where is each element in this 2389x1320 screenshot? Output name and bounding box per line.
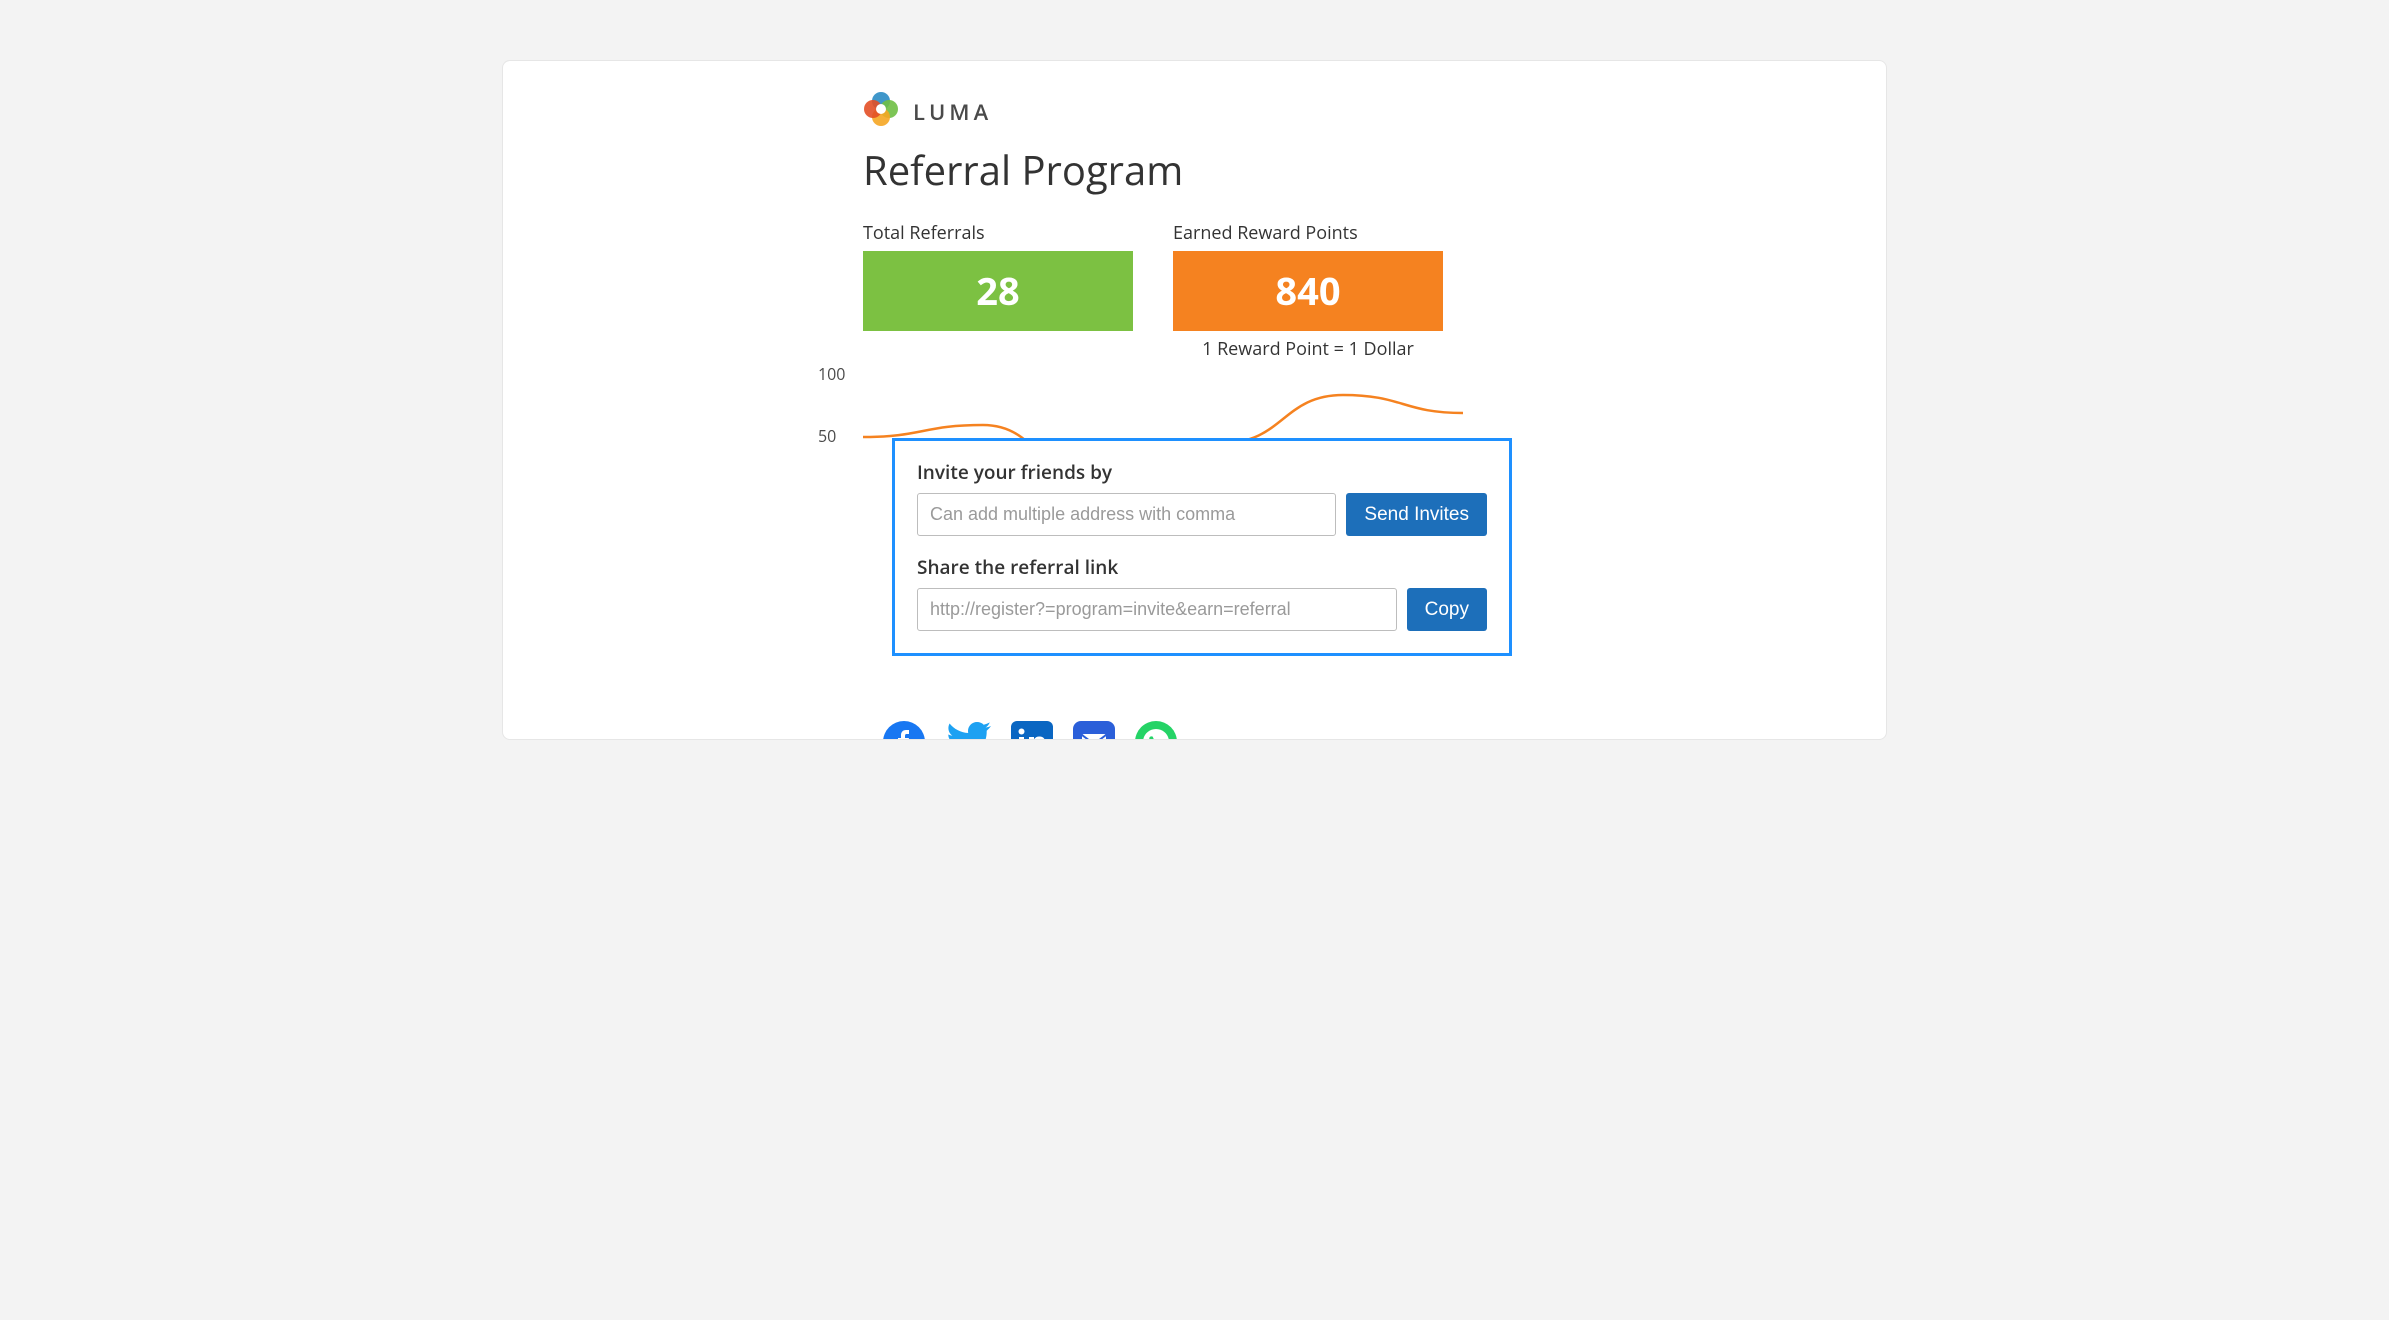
linkedin-icon[interactable] <box>1011 721 1053 740</box>
brand-row: LUMA <box>863 91 1483 132</box>
total-referrals-block: Total Referrals 28 <box>863 221 1133 361</box>
invite-label: Invite your friends by <box>917 459 1487 485</box>
ytick-50: 50 <box>818 425 836 447</box>
facebook-icon[interactable] <box>883 721 925 740</box>
total-referrals-value: 28 <box>863 251 1133 331</box>
copy-button[interactable]: Copy <box>1407 588 1487 631</box>
stats-row: Total Referrals 28 Earned Reward Points … <box>863 221 1483 361</box>
earned-points-label: Earned Reward Points <box>1173 221 1443 245</box>
referral-link-input[interactable] <box>917 588 1397 631</box>
brand-name: LUMA <box>913 97 992 127</box>
earned-points-note: 1 Reward Point = 1 Dollar <box>1173 337 1443 361</box>
whatsapp-icon[interactable] <box>1135 721 1177 740</box>
email-icon[interactable] <box>1073 721 1115 740</box>
page-title: Referral Program <box>863 142 1483 197</box>
earned-points-value: 840 <box>1173 251 1443 331</box>
luma-logo-icon <box>863 91 899 132</box>
earned-points-block: Earned Reward Points 840 1 Reward Point … <box>1173 221 1443 361</box>
invite-email-input[interactable] <box>917 493 1336 536</box>
social-row <box>883 721 1483 740</box>
total-referrals-label: Total Referrals <box>863 221 1133 245</box>
share-label: Share the referral link <box>917 554 1487 580</box>
send-invites-button[interactable]: Send Invites <box>1346 493 1487 536</box>
invite-panel: Invite your friends by Send Invites Shar… <box>892 438 1512 656</box>
ytick-100: 100 <box>818 363 845 385</box>
referral-card: LUMA Referral Program Total Referrals 28… <box>502 60 1887 740</box>
twitter-icon[interactable] <box>945 721 991 740</box>
